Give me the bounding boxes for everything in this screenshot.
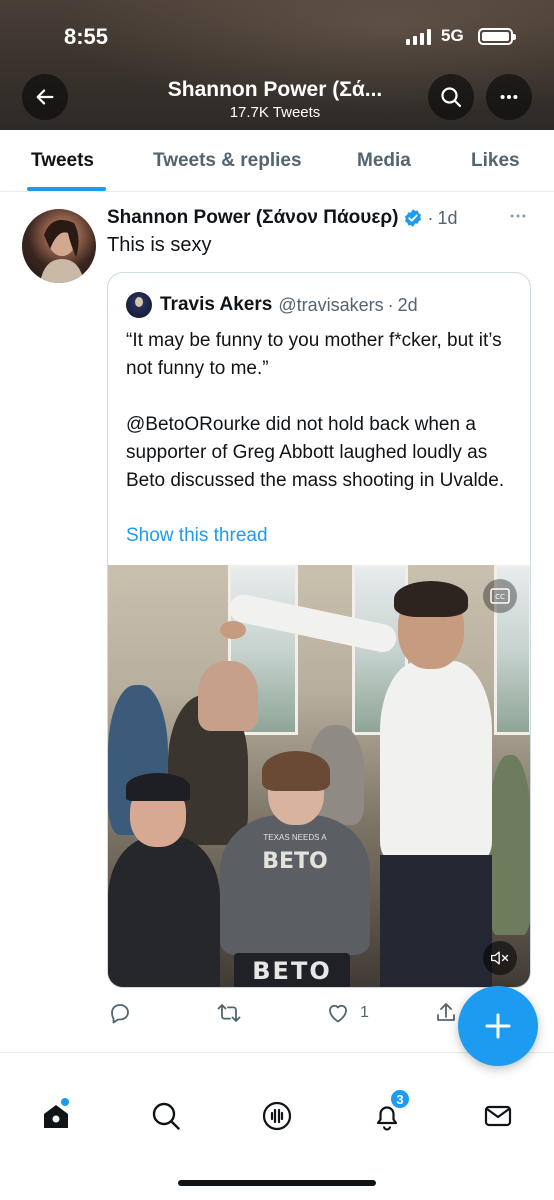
captions-button[interactable]: CC bbox=[483, 579, 517, 613]
bottom-navigation: 3 bbox=[0, 1080, 554, 1152]
nav-messages[interactable] bbox=[478, 1096, 518, 1136]
retweet-button[interactable] bbox=[216, 1000, 252, 1026]
crowd-person bbox=[488, 755, 530, 935]
tweet-count: 17.7K Tweets bbox=[229, 104, 321, 121]
heart-icon bbox=[329, 1004, 347, 1023]
quoted-author-name: Travis Akers bbox=[160, 294, 273, 315]
header-nav: Shannon Power (Σά... 17.7K Tweets bbox=[0, 74, 554, 124]
signal-icon bbox=[406, 29, 431, 45]
status-time: 8:55 bbox=[64, 24, 109, 49]
author-avatar[interactable] bbox=[22, 209, 96, 283]
retweet-icon bbox=[217, 1004, 241, 1022]
speaker-hand bbox=[220, 621, 246, 639]
crowd-person bbox=[198, 661, 258, 731]
quoted-author-handle: @travisakers bbox=[278, 294, 384, 315]
network-type: 5G bbox=[441, 26, 464, 45]
campaign-sign-text: BETO bbox=[252, 957, 332, 985]
more-horizontal-icon bbox=[500, 94, 518, 100]
search-icon bbox=[441, 87, 462, 108]
tab-likes[interactable]: Likes bbox=[471, 150, 520, 172]
plus-icon bbox=[485, 1013, 511, 1039]
nav-search[interactable] bbox=[146, 1096, 186, 1136]
tweet-more-button[interactable] bbox=[508, 206, 528, 231]
reply-icon bbox=[111, 1004, 129, 1024]
arrow-left-icon bbox=[36, 89, 54, 105]
notifications-badge: 3 bbox=[389, 1088, 411, 1110]
show-thread-link[interactable]: Show this thread bbox=[126, 525, 268, 547]
reply-button[interactable] bbox=[108, 1000, 142, 1026]
quoted-paragraph: “It may be funny to you mother f*cker, b… bbox=[126, 330, 502, 379]
more-horizontal-icon bbox=[510, 214, 526, 218]
nav-notifications[interactable]: 3 bbox=[367, 1088, 411, 1136]
tab-tweets[interactable]: Tweets bbox=[31, 150, 94, 172]
quoted-paragraph: @BetoORourke did not hold back when a su… bbox=[126, 414, 505, 491]
speaker-hair bbox=[394, 581, 468, 617]
shirt-slogan: TEXAS NEEDS A bbox=[263, 833, 327, 842]
share-icon bbox=[437, 1003, 455, 1021]
video-player[interactable]: TEXAS NEEDS A BETO BETO CC bbox=[108, 565, 530, 987]
profile-tabs: Tweets Tweets & replies Media Likes bbox=[0, 130, 554, 192]
like-count: 1 bbox=[360, 1004, 369, 1021]
separator-dot: · bbox=[387, 294, 394, 315]
compose-tweet-button[interactable] bbox=[458, 986, 538, 1066]
speaker-muted-icon bbox=[491, 951, 509, 965]
back-button[interactable] bbox=[22, 74, 68, 120]
search-icon bbox=[152, 1102, 180, 1130]
tab-tweets-replies[interactable]: Tweets & replies bbox=[153, 150, 302, 172]
home-unread-dot bbox=[61, 1098, 69, 1106]
separator-dot: · bbox=[427, 207, 434, 228]
quoted-author-row: Travis Akers @travisakers · 2d bbox=[126, 292, 418, 318]
tweet-age[interactable]: 1d bbox=[437, 208, 457, 229]
avatar-photo bbox=[40, 219, 84, 283]
shirt-text: BETO bbox=[262, 849, 328, 874]
home-indicator bbox=[178, 1180, 376, 1186]
audience-woman-hair bbox=[262, 751, 330, 791]
speaker-shirt bbox=[380, 661, 492, 861]
svg-text:CC: CC bbox=[495, 593, 505, 601]
mute-button[interactable] bbox=[483, 941, 517, 975]
quoted-tweet-card[interactable]: Travis Akers @travisakers · 2d “It may b… bbox=[107, 272, 531, 988]
like-button[interactable]: 1 bbox=[326, 1000, 369, 1026]
profile-header: 8:55 5G Shannon Power (Σά... 17.7K Tweet… bbox=[0, 0, 554, 130]
tweet-author-row: Shannon Power (Σάνον Πάουερ) · 1d bbox=[107, 205, 457, 231]
tweet-text: This is sexy bbox=[107, 234, 212, 256]
active-tab-indicator bbox=[27, 187, 106, 191]
quoted-tweet-age: 2d bbox=[397, 294, 418, 315]
nav-home[interactable] bbox=[36, 1096, 76, 1136]
audience-man bbox=[108, 837, 220, 987]
tweet-author-name[interactable]: Shannon Power (Σάνον Πάουερ) bbox=[107, 207, 398, 229]
closed-captions-icon: CC bbox=[490, 588, 510, 604]
mail-icon bbox=[484, 1105, 512, 1127]
audience-man-cap bbox=[126, 773, 190, 801]
search-button[interactable] bbox=[428, 74, 474, 120]
battery-icon bbox=[478, 28, 516, 45]
profile-name-title: Shannon Power (Σά... bbox=[167, 78, 383, 101]
tab-media[interactable]: Media bbox=[357, 150, 411, 172]
quoted-tweet-text: “It may be funny to you mother f*cker, b… bbox=[126, 327, 516, 495]
verified-badge-icon bbox=[405, 209, 422, 227]
more-button[interactable] bbox=[486, 74, 532, 120]
spaces-icon bbox=[262, 1101, 292, 1131]
nav-spaces[interactable] bbox=[257, 1096, 297, 1136]
status-bar: 8:55 5G bbox=[0, 20, 554, 54]
speaker-pants bbox=[380, 855, 492, 987]
quoted-author-avatar bbox=[126, 292, 152, 318]
